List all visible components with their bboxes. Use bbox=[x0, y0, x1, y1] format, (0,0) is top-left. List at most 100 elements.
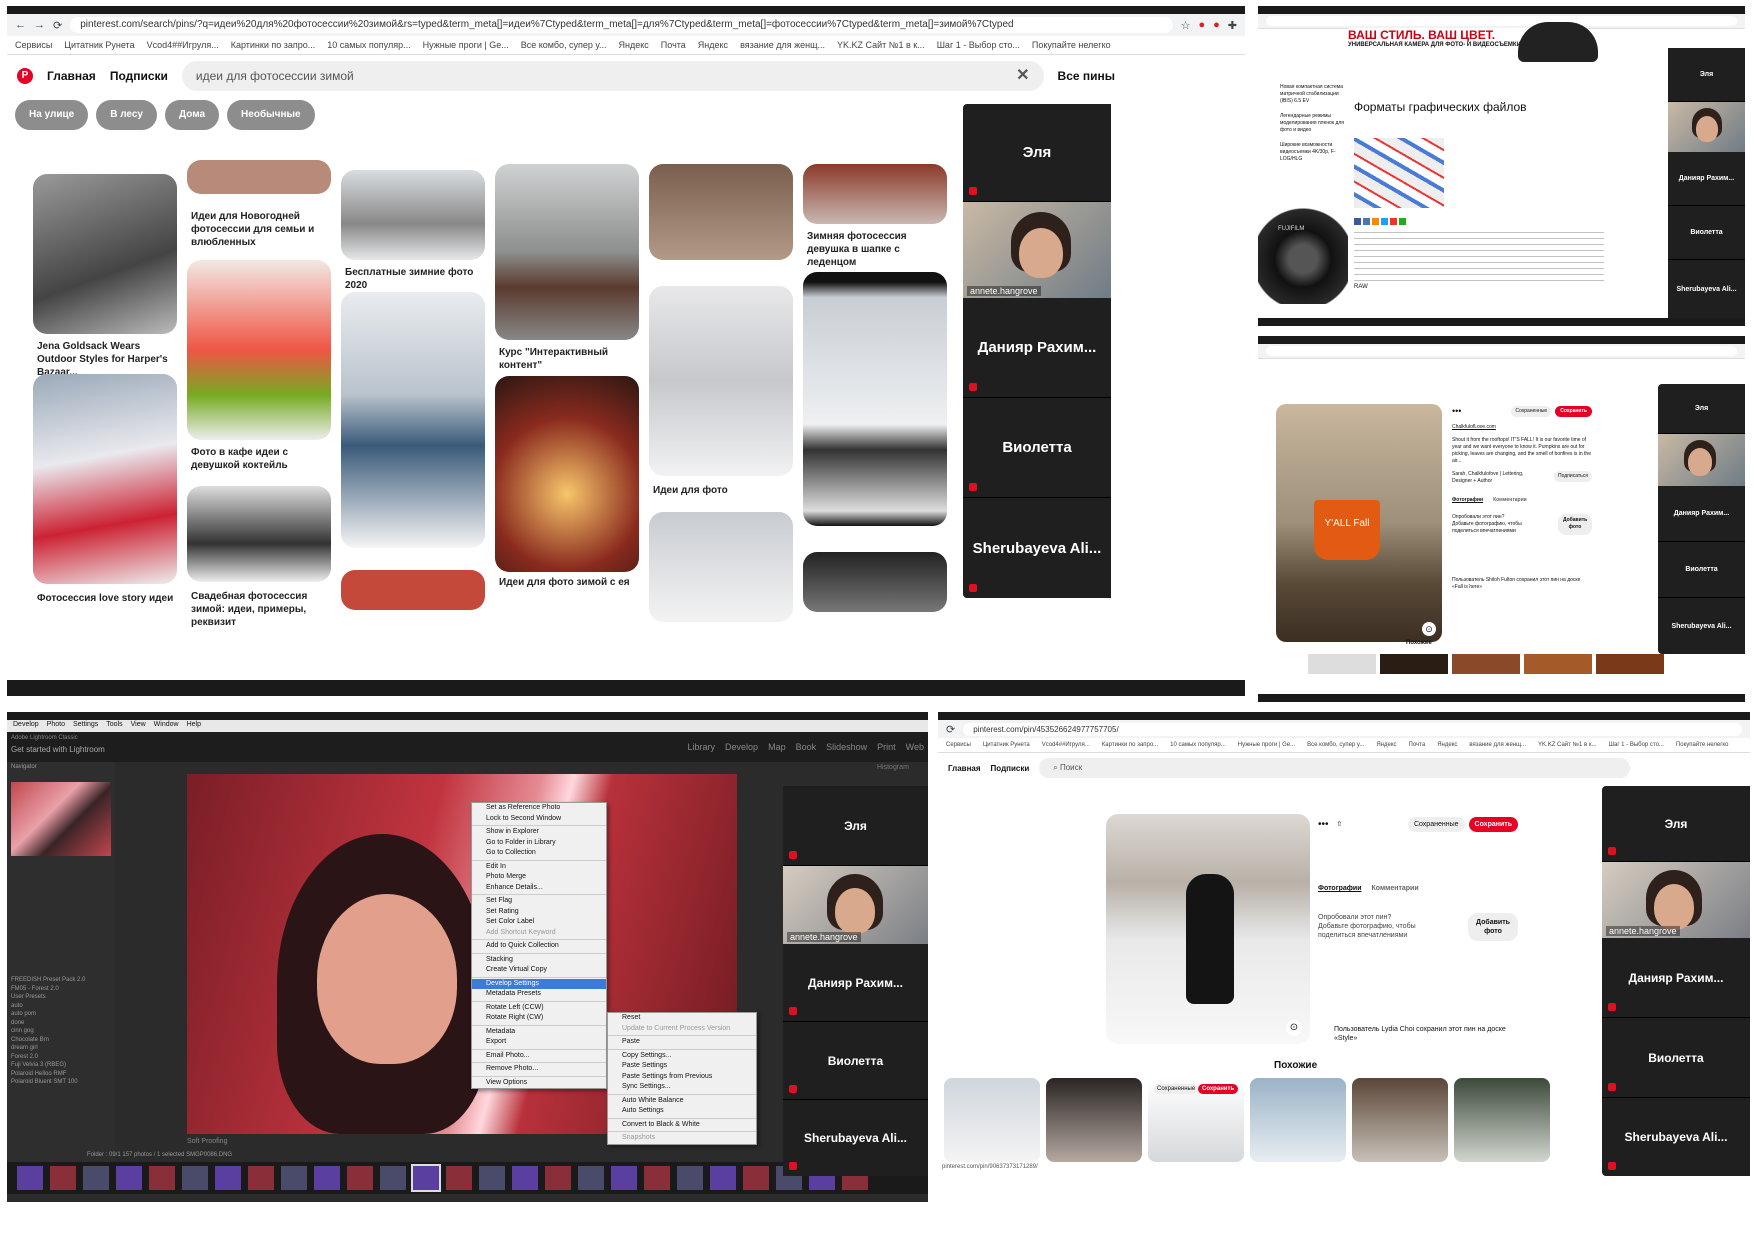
bookmark-item[interactable]: Нужные проги | Ge... bbox=[423, 40, 509, 50]
filmstrip-thumbnail[interactable] bbox=[182, 1166, 208, 1190]
menu-item[interactable]: Convert to Black & White bbox=[608, 1120, 756, 1131]
navigator-thumbnail[interactable] bbox=[11, 782, 111, 856]
menu-item[interactable]: Add Shortcut Keyword bbox=[472, 928, 606, 939]
filmstrip-thumbnail[interactable] bbox=[149, 1166, 175, 1190]
pin-image[interactable] bbox=[187, 486, 331, 582]
pin-image-mug[interactable]: Y'ALL Fall ⊙ bbox=[1276, 404, 1442, 642]
clear-icon[interactable]: ✕ bbox=[1016, 61, 1029, 91]
pin-caption[interactable]: Идеи для фото зимой с ея bbox=[499, 576, 639, 589]
puzzle-icon[interactable]: ✚ bbox=[1228, 19, 1237, 32]
ok-icon[interactable] bbox=[1372, 218, 1379, 225]
participant-tile[interactable]: Данияр Рахим... bbox=[1602, 938, 1750, 1018]
menu-item[interactable]: Set Flag bbox=[472, 896, 606, 907]
bookmark-item[interactable]: вязание для женщ... bbox=[1469, 742, 1526, 748]
menubar-item[interactable]: Photo bbox=[47, 721, 65, 731]
bookmark-item[interactable]: Нужные проги | Ge... bbox=[1238, 742, 1295, 748]
participant-tile[interactable]: Виолетта bbox=[783, 1022, 928, 1100]
pin-caption[interactable]: Идеи для фото bbox=[653, 484, 793, 497]
similar-pin[interactable] bbox=[1452, 654, 1520, 674]
participant-tile[interactable]: Эля bbox=[1658, 384, 1745, 434]
search-input[interactable]: идеи для фотосессии зимой ✕ bbox=[181, 61, 1044, 91]
menu-item[interactable]: Sync Settings... bbox=[608, 1082, 756, 1093]
vk-icon[interactable] bbox=[1363, 218, 1370, 225]
pin-caption[interactable]: Курс "Интерактивный контент" bbox=[499, 346, 639, 372]
filmstrip-thumbnail[interactable] bbox=[446, 1166, 472, 1190]
menu-item[interactable]: Set as Reference Photo bbox=[472, 803, 606, 814]
participant-tile[interactable]: Виолетта bbox=[1668, 206, 1745, 260]
menu-item[interactable]: Go to Collection bbox=[472, 848, 606, 859]
preset-item[interactable]: done bbox=[11, 1019, 111, 1028]
all-pins-dropdown[interactable]: Все пины bbox=[1058, 69, 1115, 83]
menubar-item[interactable]: Tools bbox=[106, 721, 122, 731]
tab-photos[interactable]: Фотографии bbox=[1318, 884, 1362, 893]
bookmark-item[interactable]: Шаг 1 - Выбор сто... bbox=[1608, 742, 1663, 748]
menubar-item[interactable]: View bbox=[131, 721, 146, 731]
bookmark-item[interactable]: вязание для женщ... bbox=[740, 40, 825, 50]
menu-item[interactable]: Rotate Right (CW) bbox=[472, 1013, 606, 1024]
participant-tile[interactable]: Виолетта bbox=[1658, 542, 1745, 598]
similar-pin[interactable] bbox=[944, 1078, 1040, 1162]
bookmark-item[interactable]: YK.KZ Сайт №1 в к... bbox=[837, 40, 925, 50]
filmstrip-thumbnail[interactable] bbox=[347, 1166, 373, 1190]
get-started-link[interactable]: Get started with Lightroom bbox=[11, 745, 105, 754]
address-bar[interactable]: pinterest.com/search/pins/?q=идеи%20для%… bbox=[70, 17, 1173, 33]
participant-tile[interactable]: Sherubayeva Ali... bbox=[1668, 260, 1745, 318]
filmstrip-thumbnail[interactable] bbox=[314, 1166, 340, 1190]
filmstrip-thumbnail[interactable] bbox=[644, 1166, 670, 1190]
bookmark-item[interactable]: Vcod4##Игруля... bbox=[147, 40, 219, 50]
preset-item[interactable]: auto bbox=[11, 1002, 111, 1011]
pin-image[interactable] bbox=[341, 570, 485, 610]
tab-photos[interactable]: Фотографии bbox=[1452, 497, 1483, 504]
twitter-icon[interactable] bbox=[1381, 218, 1388, 225]
address-bar[interactable] bbox=[1266, 16, 1737, 26]
pin-image[interactable] bbox=[803, 552, 947, 612]
bookmark-item[interactable]: Все комбо, супер у... bbox=[521, 40, 607, 50]
filmstrip-thumbnail[interactable] bbox=[281, 1166, 307, 1190]
similar-pin[interactable] bbox=[1524, 654, 1592, 674]
address-bar[interactable] bbox=[1266, 346, 1737, 356]
menu-item[interactable]: Metadata Presets bbox=[472, 989, 606, 1000]
filmstrip-thumbnail[interactable] bbox=[83, 1166, 109, 1190]
similar-pin[interactable] bbox=[1308, 654, 1376, 674]
extension-icon[interactable]: ● bbox=[1213, 19, 1220, 31]
menu-item[interactable]: Go to Folder in Library bbox=[472, 838, 606, 849]
pin-caption[interactable]: Свадебная фотосессия зимой: идеи, пример… bbox=[191, 590, 331, 629]
module-tab[interactable]: Map bbox=[768, 742, 786, 752]
pin-image-winter[interactable]: ⊙ bbox=[1106, 814, 1310, 1044]
participant-video[interactable] bbox=[1668, 102, 1745, 152]
bookmark-item[interactable]: Сервисы bbox=[946, 742, 971, 748]
menu-item[interactable]: Rotate Left (CCW) bbox=[472, 1003, 606, 1014]
participant-tile[interactable]: Виолетта bbox=[963, 398, 1111, 498]
menu-item[interactable]: Enhance Details... bbox=[472, 883, 606, 894]
pin-image[interactable] bbox=[187, 260, 331, 440]
bookmark-item[interactable]: Яндекс bbox=[698, 40, 728, 50]
participant-tile[interactable]: Данияр Рахим... bbox=[963, 298, 1111, 398]
menu-item[interactable]: Metadata bbox=[472, 1027, 606, 1038]
preset-item[interactable]: Chocolate Brn bbox=[11, 1036, 111, 1045]
add-photo-button[interactable]: Добавить фото bbox=[1468, 913, 1518, 941]
menu-item[interactable]: Lock to Second Window bbox=[472, 814, 606, 825]
pin-image[interactable] bbox=[33, 374, 177, 584]
preset-item[interactable]: FM05 - Forest 2.0 bbox=[11, 985, 111, 994]
pin-image[interactable] bbox=[495, 376, 639, 572]
participant-tile[interactable]: Sherubayeva Ali... bbox=[1658, 598, 1745, 654]
filmstrip-thumbnail[interactable] bbox=[578, 1166, 604, 1190]
menu-item[interactable]: Paste Settings from Previous bbox=[608, 1072, 756, 1083]
preset-item[interactable]: cinn gog bbox=[11, 1027, 111, 1036]
bookmark-item[interactable]: Картинки по запро... bbox=[231, 40, 316, 50]
chip-forest[interactable]: В лесу bbox=[96, 100, 157, 130]
preset-item[interactable]: FREEDISH Preset Pack 2.0 bbox=[11, 976, 111, 985]
lens-icon[interactable]: ⊙ bbox=[1286, 1020, 1302, 1036]
bookmark-item[interactable]: Сервисы bbox=[15, 40, 52, 50]
bookmark-item[interactable]: Vcod4##Игруля... bbox=[1042, 742, 1090, 748]
participant-tile[interactable]: Данияр Рахим... bbox=[783, 944, 928, 1022]
menu-item[interactable]: Remove Photo... bbox=[472, 1064, 606, 1075]
menu-item[interactable]: Add to Quick Collection bbox=[472, 941, 606, 952]
chip-outdoor[interactable]: На улице bbox=[15, 100, 89, 130]
nav-subscriptions[interactable]: Подписки bbox=[991, 764, 1030, 773]
bookmark-item[interactable]: Яндекс bbox=[619, 40, 649, 50]
participant-video[interactable] bbox=[1658, 434, 1745, 486]
bookmark-item[interactable]: Яндекс bbox=[1376, 742, 1396, 748]
pin-image[interactable] bbox=[341, 170, 485, 260]
participant-tile[interactable]: Данияр Рахим... bbox=[1658, 486, 1745, 542]
